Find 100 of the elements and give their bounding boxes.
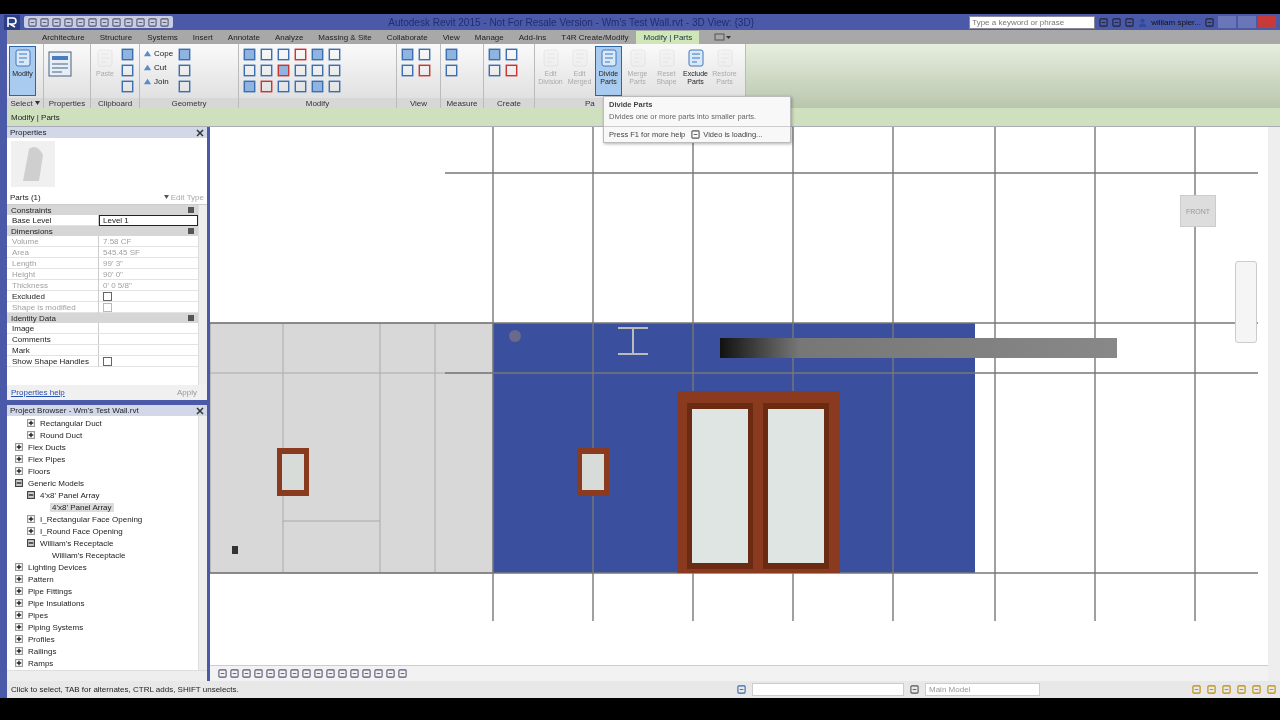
tool-icon[interactable]: [178, 48, 192, 61]
checkbox[interactable]: [103, 357, 112, 366]
ribbon-options-icon[interactable]: [714, 33, 733, 41]
tool-icon[interactable]: [121, 80, 134, 93]
tool-icon[interactable]: [418, 64, 431, 77]
tree-item[interactable]: Round Duct: [38, 430, 85, 440]
property-value[interactable]: Level 1: [99, 215, 198, 226]
expand-icon[interactable]: [15, 455, 23, 463]
expand-icon[interactable]: [27, 431, 35, 439]
tool-icon[interactable]: [121, 48, 134, 61]
tool-icon[interactable]: [277, 80, 290, 93]
toolbar-icon[interactable]: [52, 17, 61, 27]
tool-icon[interactable]: [401, 48, 414, 61]
view-control-icon[interactable]: [362, 669, 371, 678]
expand-icon[interactable]: [15, 635, 23, 643]
expand-icon[interactable]: [15, 647, 23, 655]
search-field[interactable]: Type a keyword or phrase: [969, 15, 1096, 29]
tool-icon[interactable]: [121, 64, 134, 77]
tree-item[interactable]: 4'x8' Panel Array: [50, 502, 114, 512]
tree-item[interactable]: Generic Models: [26, 478, 87, 488]
view-control-icon[interactable]: [290, 669, 299, 678]
view-control-icon[interactable]: [242, 669, 251, 678]
close-icon[interactable]: [196, 128, 204, 137]
type-selector[interactable]: Parts (1): [10, 192, 41, 202]
tool-icon[interactable]: [418, 48, 431, 61]
tool-icon[interactable]: [488, 48, 501, 61]
tool-icon[interactable]: [328, 64, 341, 77]
tool-icon[interactable]: [243, 80, 256, 93]
tree-item[interactable]: Ramps: [26, 658, 56, 668]
tool-icon[interactable]: [328, 48, 341, 61]
ribbon-button[interactable]: Cut: [142, 60, 175, 74]
toolbar-icon[interactable]: [148, 17, 157, 27]
tool-icon[interactable]: [260, 48, 273, 61]
toolbar-icon[interactable]: [112, 17, 121, 27]
tool-icon[interactable]: [243, 64, 256, 77]
tool-icon[interactable]: [445, 48, 458, 61]
ribbon-tab[interactable]: Systems: [140, 31, 185, 44]
collapse-icon[interactable]: [15, 479, 23, 487]
toolbar-icon[interactable]: [76, 17, 85, 27]
tree-item[interactable]: Flex Pipes: [26, 454, 68, 464]
tree-item[interactable]: Pattern: [26, 574, 56, 584]
expand-icon[interactable]: [15, 563, 23, 571]
tool-icon[interactable]: [260, 64, 273, 77]
caret-icon[interactable]: [163, 195, 169, 199]
expand-icon[interactable]: [15, 587, 23, 595]
toolbar-icon[interactable]: [160, 17, 169, 27]
view-control-icon[interactable]: [386, 669, 395, 678]
tool-icon[interactable]: [445, 64, 458, 77]
tool-icon[interactable]: [294, 80, 307, 93]
view-control-icon[interactable]: [326, 669, 335, 678]
ribbon-tab[interactable]: Add-Ins: [511, 31, 554, 44]
tree-item[interactable]: Railings: [26, 646, 59, 656]
ribbon-tab[interactable]: View: [435, 31, 467, 44]
view-control-icon[interactable]: [254, 669, 263, 678]
ribbon-tab[interactable]: Collaborate: [379, 31, 435, 44]
tool-icon[interactable]: [328, 80, 341, 93]
view-control-icon[interactable]: [278, 669, 287, 678]
help-link[interactable]: Properties help: [11, 388, 65, 397]
ribbon-tab[interactable]: Analyze: [267, 31, 311, 44]
toolbar-icon[interactable]: [64, 17, 73, 27]
tree-item[interactable]: Profiles: [26, 634, 57, 644]
tool-icon[interactable]: [260, 80, 273, 93]
tool-icon[interactable]: [294, 48, 307, 61]
expand-icon[interactable]: [15, 443, 23, 451]
scrollbar[interactable]: [198, 205, 207, 385]
expand-icon[interactable]: [15, 575, 23, 583]
tree-item[interactable]: Rectangular Duct: [38, 418, 104, 428]
scrollbar[interactable]: [1268, 127, 1280, 681]
expand-icon[interactable]: [15, 599, 23, 607]
tool-icon[interactable]: [243, 48, 256, 61]
view-control-icon[interactable]: [350, 669, 359, 678]
expand-icon[interactable]: [15, 623, 23, 631]
ribbon-button[interactable]: Cope: [142, 46, 175, 60]
expand-icon[interactable]: [27, 419, 35, 427]
toolbar-icon[interactable]: [40, 17, 49, 27]
view-control-icon[interactable]: [302, 669, 311, 678]
tool-icon[interactable]: [311, 64, 324, 77]
ribbon-tab[interactable]: Insert: [185, 31, 220, 44]
toolbar-icon[interactable]: [28, 17, 37, 27]
tool-icon[interactable]: [178, 80, 192, 93]
tree-item[interactable]: Piping Systems: [26, 622, 86, 632]
tool-icon[interactable]: [311, 48, 324, 61]
tool-icon[interactable]: [294, 64, 307, 77]
tool-icon[interactable]: [311, 80, 324, 93]
ribbon-tab[interactable]: Architecture: [35, 31, 92, 44]
view-control-icon[interactable]: [230, 669, 239, 678]
ribbon-tab[interactable]: Manage: [467, 31, 511, 44]
expand-icon[interactable]: [15, 659, 23, 667]
tree-item[interactable]: Pipes: [26, 610, 50, 620]
collapse-icon[interactable]: [27, 539, 35, 547]
collapse-icon[interactable]: [27, 491, 35, 499]
tree-item[interactable]: Lighting Devices: [26, 562, 89, 572]
scrollbar[interactable]: [198, 416, 207, 670]
tool-icon[interactable]: [401, 64, 414, 77]
close-icon[interactable]: [196, 406, 204, 415]
tool-icon[interactable]: [277, 48, 290, 61]
view-control-icon[interactable]: [266, 669, 275, 678]
tree-item[interactable]: Pipe Insulations: [26, 598, 87, 608]
tree-item[interactable]: I_Round Face Opening: [38, 526, 125, 536]
expand-icon[interactable]: [15, 467, 23, 475]
